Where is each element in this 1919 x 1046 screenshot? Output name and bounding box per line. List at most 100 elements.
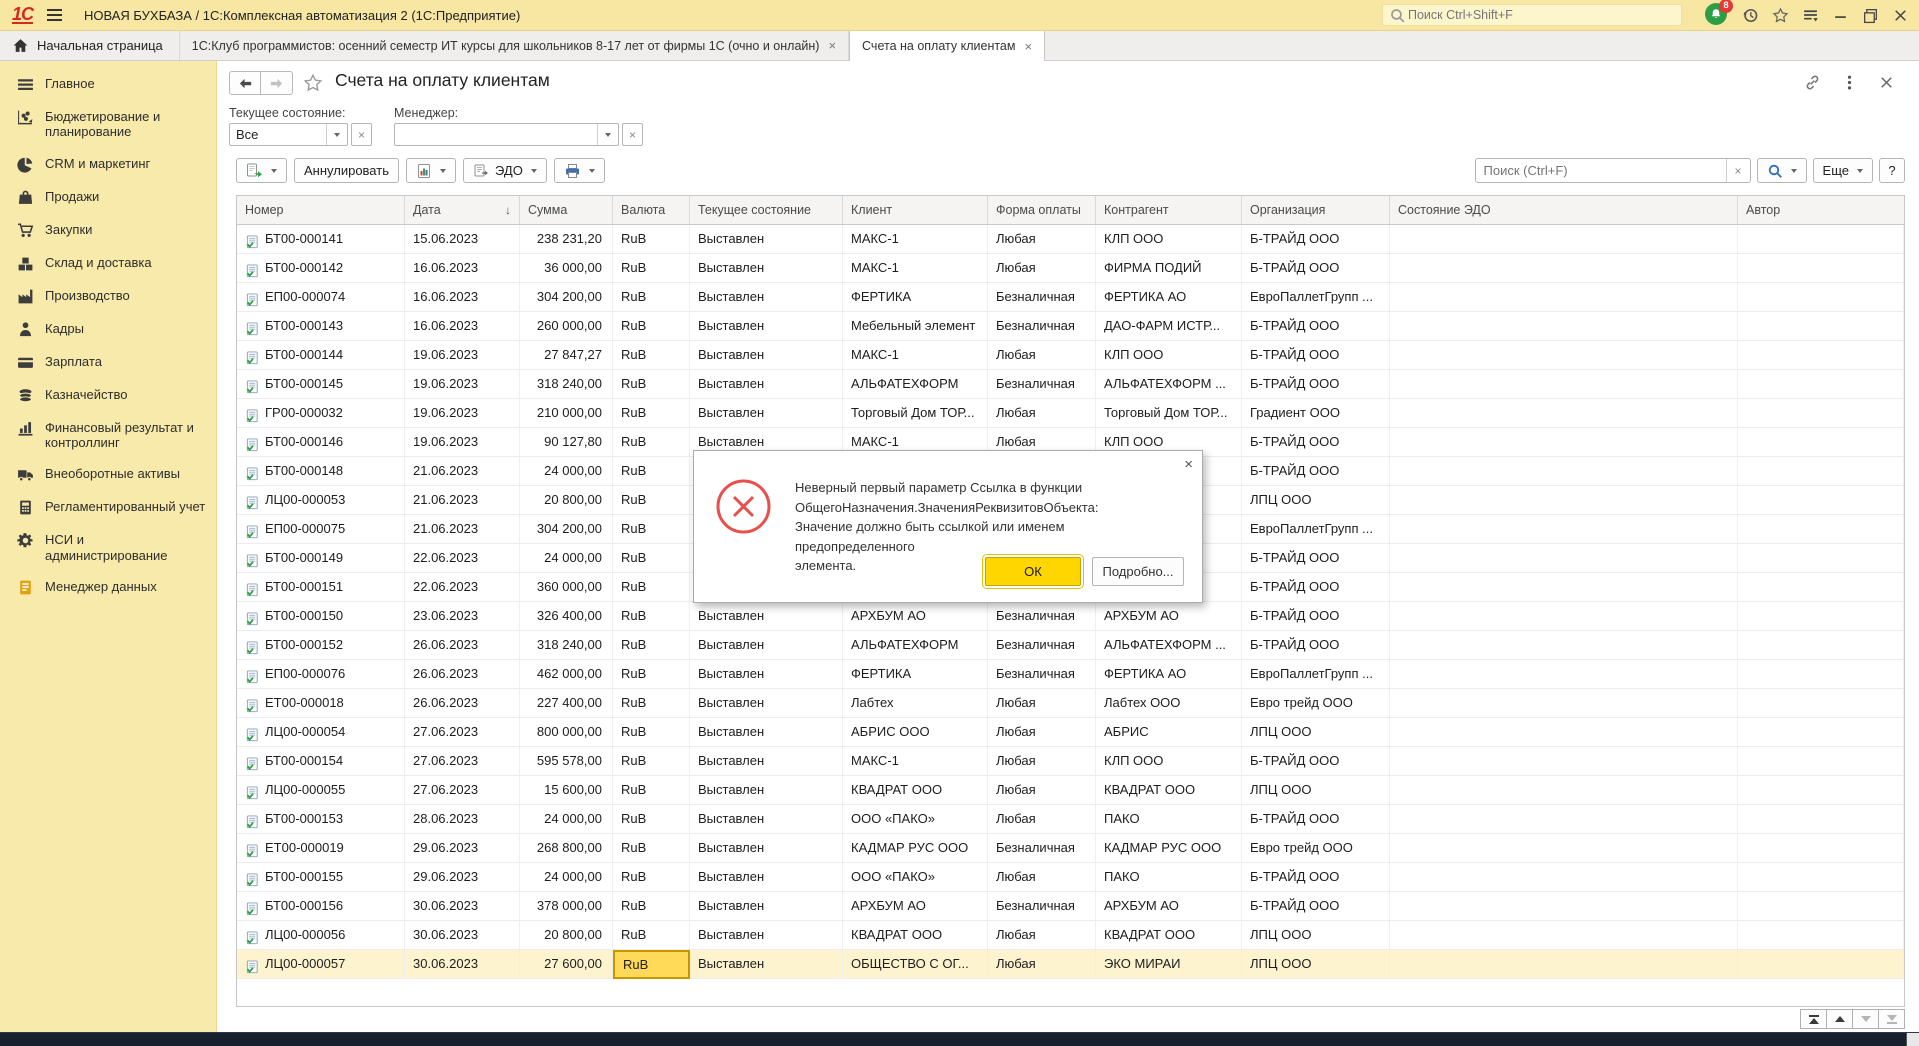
- cell-organization[interactable]: Б-ТРАЙД ООО: [1242, 370, 1390, 399]
- tab-close-icon[interactable]: ×: [1024, 40, 1032, 53]
- cell-date[interactable]: 23.06.2023: [405, 602, 520, 631]
- cell-sum[interactable]: 210 000,00: [520, 399, 613, 428]
- column-header-client[interactable]: Клиент: [843, 196, 988, 224]
- cell-payform[interactable]: Любая: [988, 950, 1096, 979]
- table-row[interactable]: ЕП00-00007626.06.2023462 000,00RuBВыстав…: [237, 660, 1904, 689]
- annul-button[interactable]: Аннулировать: [294, 158, 399, 183]
- table-row[interactable]: БТ00-00014519.06.2023318 240,00RuBВыстав…: [237, 370, 1904, 399]
- cell-organization[interactable]: Б-ТРАЙД ООО: [1242, 863, 1390, 892]
- cell-author[interactable]: [1738, 254, 1904, 283]
- cell-contragent[interactable]: Торговый Дом ТОР...: [1096, 399, 1242, 428]
- cell-author[interactable]: [1738, 950, 1904, 979]
- cell-organization[interactable]: Б-ТРАЙД ООО: [1242, 428, 1390, 457]
- cell-sum[interactable]: 318 240,00: [520, 370, 613, 399]
- table-row[interactable]: БТ00-00014216.06.202336 000,00RuBВыставл…: [237, 254, 1904, 283]
- table-row[interactable]: БТ00-00015427.06.2023595 578,00RuBВыстав…: [237, 747, 1904, 776]
- cell-currency[interactable]: RuB: [613, 892, 690, 921]
- cell-author[interactable]: [1738, 486, 1904, 515]
- column-header-edo-state[interactable]: Состояние ЭДО: [1390, 196, 1738, 224]
- cell-date[interactable]: 22.06.2023: [405, 573, 520, 602]
- cell-date[interactable]: 16.06.2023: [405, 312, 520, 341]
- state-filter-combo[interactable]: Все ×: [229, 123, 372, 146]
- service-menu-icon[interactable]: [1802, 7, 1819, 24]
- sidebar-item[interactable]: Регламентированный учет: [0, 491, 216, 524]
- cell-sum[interactable]: 462 000,00: [520, 660, 613, 689]
- close-form-icon[interactable]: [1878, 74, 1895, 91]
- print-button[interactable]: [554, 158, 605, 183]
- cell-state[interactable]: Выставлен: [690, 805, 843, 834]
- cell-date[interactable]: 26.06.2023: [405, 660, 520, 689]
- cell-client[interactable]: АРХБУМ АО: [843, 602, 988, 631]
- cell-payform[interactable]: Любая: [988, 718, 1096, 747]
- cell-sum[interactable]: 24 000,00: [520, 457, 613, 486]
- cell-client[interactable]: АЛЬФАТЕХФОРМ: [843, 370, 988, 399]
- cell-edo-state[interactable]: [1390, 805, 1738, 834]
- cell-contragent[interactable]: ФЕРТИКА АО: [1096, 660, 1242, 689]
- cell-contragent[interactable]: АЛЬФАТЕХФОРМ ...: [1096, 631, 1242, 660]
- cell-edo-state[interactable]: [1390, 428, 1738, 457]
- cell-payform[interactable]: Любая: [988, 254, 1096, 283]
- cell-currency[interactable]: RuB: [613, 312, 690, 341]
- cell-author[interactable]: [1738, 689, 1904, 718]
- cell-payform[interactable]: Любая: [988, 747, 1096, 776]
- cell-sum[interactable]: 20 800,00: [520, 921, 613, 950]
- sidebar-item[interactable]: Закупки: [0, 214, 216, 247]
- cell-edo-state[interactable]: [1390, 718, 1738, 747]
- cell-number[interactable]: БТ00-000145: [237, 370, 405, 399]
- cell-client[interactable]: КВАДРАТ ООО: [843, 776, 988, 805]
- minimize-button[interactable]: [1832, 7, 1849, 24]
- cell-client[interactable]: АБРИС ООО: [843, 718, 988, 747]
- cell-sum[interactable]: 20 800,00: [520, 486, 613, 515]
- cell-number[interactable]: БТ00-000144: [237, 341, 405, 370]
- cell-author[interactable]: [1738, 631, 1904, 660]
- cell-currency[interactable]: RuB: [613, 457, 690, 486]
- cell-state[interactable]: Выставлен: [690, 254, 843, 283]
- cell-currency[interactable]: RuB: [613, 573, 690, 602]
- cell-organization[interactable]: ЛПЦ ООО: [1242, 718, 1390, 747]
- cell-number[interactable]: БТ00-000143: [237, 312, 405, 341]
- cell-client[interactable]: Мебельный элемент: [843, 312, 988, 341]
- cell-state[interactable]: Выставлен: [690, 892, 843, 921]
- page-down-button[interactable]: [1852, 1009, 1879, 1029]
- cell-client[interactable]: ООО «ПАКО»: [843, 863, 988, 892]
- cell-number[interactable]: БТ00-000141: [237, 225, 405, 254]
- column-header-author[interactable]: Автор: [1738, 196, 1904, 224]
- cell-edo-state[interactable]: [1390, 457, 1738, 486]
- cell-sum[interactable]: 318 240,00: [520, 631, 613, 660]
- cell-contragent[interactable]: АРХБУМ АО: [1096, 602, 1242, 631]
- cell-contragent[interactable]: АРХБУМ АО: [1096, 892, 1242, 921]
- cell-sum[interactable]: 378 000,00: [520, 892, 613, 921]
- cell-number[interactable]: ЕП00-000075: [237, 515, 405, 544]
- cell-contragent[interactable]: ПАКО: [1096, 863, 1242, 892]
- cell-number[interactable]: ЕТ00-000019: [237, 834, 405, 863]
- cell-contragent[interactable]: Лабтех ООО: [1096, 689, 1242, 718]
- cell-organization[interactable]: Б-ТРАЙД ООО: [1242, 631, 1390, 660]
- cell-organization[interactable]: ЕвроПаллетГрупп ...: [1242, 660, 1390, 689]
- cell-sum[interactable]: 24 000,00: [520, 544, 613, 573]
- table-row[interactable]: БТ00-00014316.06.2023260 000,00RuBВыстав…: [237, 312, 1904, 341]
- link-icon[interactable]: [1804, 74, 1821, 91]
- cell-payform[interactable]: Любая: [988, 921, 1096, 950]
- cell-organization[interactable]: Б-ТРАЙД ООО: [1242, 544, 1390, 573]
- cell-date[interactable]: 19.06.2023: [405, 341, 520, 370]
- cell-organization[interactable]: ЕвроПаллетГрупп ...: [1242, 283, 1390, 312]
- cell-client[interactable]: МАКС-1: [843, 225, 988, 254]
- table-search-input[interactable]: [1476, 159, 1726, 182]
- table-row[interactable]: ГР00-00003219.06.2023210 000,00RuBВыстав…: [237, 399, 1904, 428]
- cell-payform[interactable]: Любая: [988, 341, 1096, 370]
- cell-number[interactable]: ЕП00-000076: [237, 660, 405, 689]
- cell-currency[interactable]: RuB: [613, 515, 690, 544]
- history-icon[interactable]: [1742, 7, 1759, 24]
- cell-organization[interactable]: Б-ТРАЙД ООО: [1242, 573, 1390, 602]
- cell-state[interactable]: Выставлен: [690, 834, 843, 863]
- cell-date[interactable]: 21.06.2023: [405, 486, 520, 515]
- cell-currency[interactable]: RuB: [613, 486, 690, 515]
- cell-sum[interactable]: 800 000,00: [520, 718, 613, 747]
- cell-state[interactable]: Выставлен: [690, 718, 843, 747]
- cell-sum[interactable]: 24 000,00: [520, 805, 613, 834]
- cell-client[interactable]: МАКС-1: [843, 747, 988, 776]
- cell-date[interactable]: 19.06.2023: [405, 428, 520, 457]
- cell-contragent[interactable]: КВАДРАТ ООО: [1096, 776, 1242, 805]
- cell-edo-state[interactable]: [1390, 689, 1738, 718]
- cell-contragent[interactable]: АБРИС: [1096, 718, 1242, 747]
